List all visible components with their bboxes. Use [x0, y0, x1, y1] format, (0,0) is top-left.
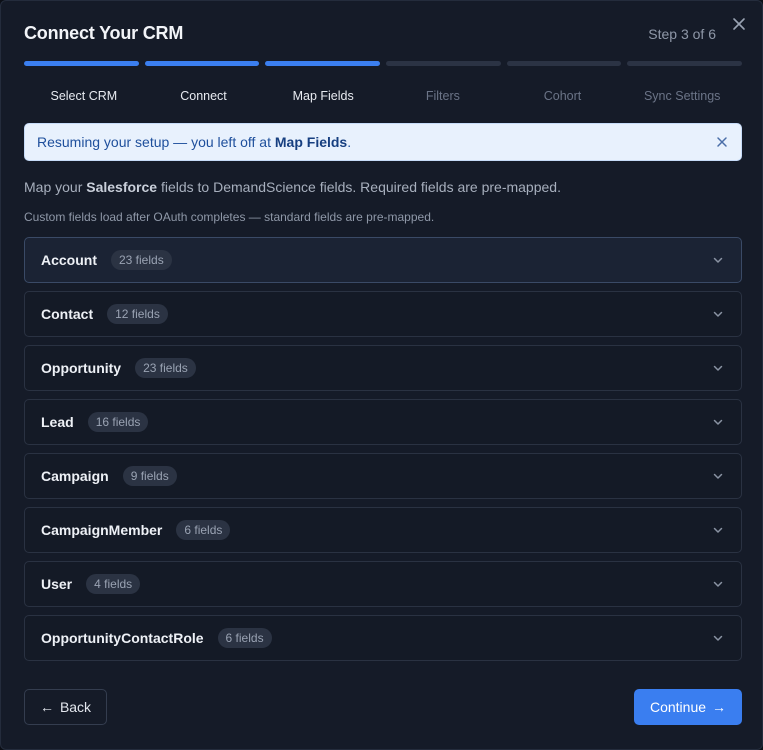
field-count-badge: 4 fields — [86, 574, 141, 594]
progress-bar — [24, 61, 743, 66]
field-group-name: Lead — [41, 414, 74, 430]
field-group-row[interactable]: Campaign 9 fields — [24, 453, 742, 499]
crm-name: Salesforce — [86, 179, 158, 195]
field-group-row[interactable]: User 4 fields — [24, 561, 742, 607]
step-labels: Select CRM Connect Map Fields Filters Cohort… — [24, 89, 742, 103]
progress-segment — [265, 61, 381, 66]
field-group-row[interactable]: Lead 16 fields — [24, 399, 742, 445]
field-group-name: User — [41, 576, 73, 592]
modal-header: Connect Your CRM Step 3 of 6 — [24, 23, 716, 44]
field-group-name: Contact — [41, 306, 94, 322]
field-count-badge: 23 fields — [111, 250, 172, 270]
field-group-name: Campaign — [41, 468, 109, 484]
back-button-label: Back — [59, 699, 92, 715]
mapping-description: Map your Salesforce fields to DemandScie… — [24, 179, 561, 195]
field-group-name: CampaignMember — [41, 522, 163, 538]
chevron-down-icon[interactable] — [711, 577, 725, 591]
progress-segment — [386, 61, 501, 66]
close-icon[interactable] — [715, 135, 729, 149]
chevron-down-icon[interactable] — [711, 253, 725, 267]
banner-step-name: Map Fields — [274, 134, 348, 150]
close-icon[interactable] — [730, 15, 748, 33]
field-group-row[interactable]: Account 23 fields — [24, 237, 742, 283]
continue-button-label: Continue — [649, 699, 707, 715]
step-label: Select CRM — [50, 89, 118, 103]
field-group-name: OpportunityContactRole — [41, 630, 204, 646]
field-count-badge: 12 fields — [107, 304, 168, 324]
field-count-badge: 16 fields — [87, 412, 149, 432]
progress-segment — [24, 61, 139, 66]
arrow-right-icon: → — [712, 699, 727, 715]
step-label: Filters — [425, 89, 460, 103]
resume-banner: Resuming your setup — you left off at Ma… — [24, 123, 742, 161]
connect-crm-modal: Connect Your CRM Step 3 of 6 Select CRM C… — [0, 0, 763, 750]
back-button[interactable]: ← Back — [24, 689, 107, 725]
step-label: Map Fields — [292, 89, 354, 103]
chevron-down-icon[interactable] — [711, 523, 725, 537]
chevron-down-icon[interactable] — [711, 631, 725, 645]
field-groups-list: Account 23 fields Contact 12 fields Opportun… — [24, 237, 742, 669]
field-count-badge: 9 fields — [122, 466, 177, 486]
field-count-badge: 6 fields — [217, 628, 272, 648]
progress-segment — [144, 61, 260, 66]
continue-button[interactable]: Continue → — [634, 689, 742, 725]
arrow-left-icon: ← — [39, 699, 54, 715]
step-label: Cohort — [543, 89, 582, 103]
field-group-row[interactable]: Contact 12 fields — [24, 291, 742, 337]
progress-segment — [627, 61, 743, 66]
progress-segment — [506, 61, 622, 66]
field-count-badge: 6 fields — [176, 520, 231, 540]
field-count-badge: 23 fields — [135, 358, 196, 378]
field-group-row[interactable]: CampaignMember 6 fields — [24, 507, 742, 553]
step-label: Sync Settings — [643, 89, 721, 103]
field-group-name: Opportunity — [41, 360, 122, 376]
modal-title: Connect Your CRM — [24, 23, 184, 43]
chevron-down-icon[interactable] — [711, 361, 725, 375]
field-group-row[interactable]: OpportunityContactRole 6 fields — [24, 615, 742, 661]
chevron-down-icon[interactable] — [711, 307, 725, 321]
custom-fields-note: Custom fields load after OAuth completes… — [24, 210, 435, 224]
chevron-down-icon[interactable] — [711, 415, 725, 429]
banner-text: Resuming your setup — you left off at Ma… — [37, 134, 352, 150]
field-group-row[interactable]: Opportunity 23 fields — [24, 345, 742, 391]
step-counter: Step 3 of 6 — [648, 26, 716, 42]
step-label: Connect — [180, 89, 227, 103]
chevron-down-icon[interactable] — [711, 469, 725, 483]
field-group-name: Account — [41, 252, 97, 268]
